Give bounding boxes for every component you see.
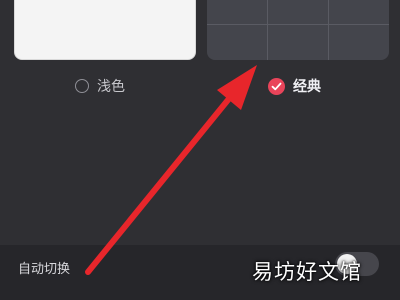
theme-option-label: 经典 [293,78,321,94]
grid-line [207,24,389,25]
grid-line [328,0,329,60]
light-theme-preview[interactable] [14,0,196,60]
check-circle-icon[interactable] [268,77,285,95]
watermark: 易坊好文馆 [252,261,362,284]
radio-empty-icon[interactable] [75,79,89,93]
theme-option-classic[interactable]: 经典 [268,76,321,96]
auto-switch-label: 自动切换 [18,261,71,276]
theme-option-label: 浅色 [97,78,125,94]
theme-option-light[interactable]: 浅色 [75,76,125,96]
classic-theme-preview[interactable] [207,0,389,60]
grid-line [267,0,268,60]
